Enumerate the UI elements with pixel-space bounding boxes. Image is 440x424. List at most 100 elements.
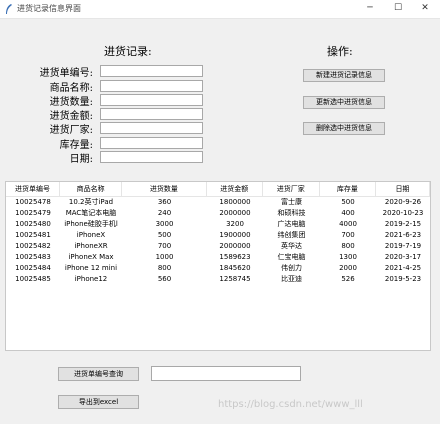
order-id-input[interactable] (100, 65, 203, 77)
table-cell: 1258745 (219, 275, 251, 283)
new-record-button[interactable]: 新建进货记录信息 (303, 69, 385, 82)
maximize-button[interactable]: ☐ (384, 1, 412, 16)
table-cell: 10025482 (15, 242, 51, 250)
table-cell: 比亚迪 (281, 275, 302, 283)
window-title: 进货记录信息界面 (17, 4, 81, 13)
table-cell: 400 (341, 209, 355, 217)
table-cell: 526 (341, 275, 355, 283)
table-header: 进货单编号 商品名称 进货数量 进货金额 进货厂家 库存量 日期 (6, 182, 430, 197)
table-row[interactable]: 10025481 iPhoneX 500 1900000 纬创集团 700 2021-6-2… (6, 230, 430, 241)
actions-heading: 操作: (327, 45, 353, 58)
column-header[interactable]: 进货数量 (122, 182, 207, 196)
table-cell: 英华达 (281, 242, 302, 250)
table-row[interactable]: 10025485 iPhone12 560 1258745 比亚迪 526 2019-5-2… (6, 274, 430, 285)
feather-icon (6, 4, 12, 14)
table-cell: 10025478 (15, 198, 51, 206)
query-order-button[interactable]: 进货单编号查询 (58, 367, 139, 381)
table-cell: 1300 (339, 253, 357, 261)
table-cell: 和硕科技 (277, 209, 306, 217)
table-cell: 2019-5-23 (384, 275, 422, 283)
table-cell: 伟创力 (281, 264, 302, 272)
column-header[interactable]: 日期 (376, 182, 430, 196)
table-cell: 10.2英寸iPad (68, 198, 114, 206)
product-name-input[interactable] (100, 80, 203, 92)
column-header[interactable]: 进货厂家 (263, 182, 320, 196)
table-cell: 仁宝电脑 (277, 253, 306, 261)
table-row[interactable]: 10025478 10.2英寸iPad 360 1800000 富士康 500 2020-9… (6, 197, 430, 208)
table-cell: iPhoneX (76, 231, 106, 239)
table-cell: 1900000 (219, 231, 251, 239)
table-cell: MAC笔记本电脑 (65, 209, 117, 217)
label-amount: 进货金额: (49, 111, 93, 122)
table-cell: iPhone12 (74, 275, 108, 283)
minimize-button[interactable]: ─ (356, 1, 384, 16)
table-body: 10025478 10.2英寸iPad 360 1800000 富士康 500 2020-9… (6, 197, 430, 285)
form-heading: 进货记录: (104, 45, 152, 58)
table-cell: 1000 (155, 253, 174, 261)
export-excel-button[interactable]: 导出到excel (58, 395, 139, 409)
table-cell: 360 (157, 198, 172, 206)
table-cell: iPhoneXR (74, 242, 108, 250)
label-stock: 库存量: (59, 140, 93, 151)
update-record-button[interactable]: 更新选中进货信息 (303, 96, 385, 109)
label-product-name: 商品名称: (49, 83, 93, 94)
quantity-input[interactable] (100, 94, 203, 106)
table-row[interactable]: 10025480 iPhone硅胶手机l 3000 3200 广达电脑 4000 2019-… (6, 219, 430, 230)
label-date: 日期: (69, 154, 93, 165)
table-cell: 800 (341, 242, 355, 250)
table-cell: 500 (341, 198, 355, 206)
table-cell: 2020-10-23 (382, 209, 424, 217)
column-header[interactable]: 进货单编号 (6, 182, 61, 196)
amount-input[interactable] (100, 108, 203, 120)
table-cell: 2000000 (219, 242, 251, 250)
table-cell: 2019-7-19 (384, 242, 422, 250)
table-cell: iPhone 12 mini (64, 264, 118, 272)
table-cell: 500 (157, 231, 172, 239)
table-cell: 800 (157, 264, 172, 272)
column-header[interactable]: 商品名称 (60, 182, 123, 196)
table-cell: 2000 (339, 264, 357, 272)
column-header[interactable]: 库存量 (320, 182, 376, 196)
stock-input[interactable] (100, 137, 203, 149)
table-cell: 560 (157, 275, 172, 283)
table-cell: 2020-3-17 (384, 253, 422, 261)
table-cell: iPhoneX Max (68, 253, 114, 261)
table-cell: 2019-2-15 (384, 220, 422, 228)
table-cell: 10025484 (15, 264, 51, 272)
table-cell: 4000 (339, 220, 357, 228)
table-row[interactable]: 10025483 iPhoneX Max 1000 1589623 仁宝电脑 1300 20… (6, 252, 430, 263)
close-button[interactable]: ✕ (411, 1, 439, 16)
table-row[interactable]: 10025482 iPhoneXR 700 2000000 英华达 800 2019-7-1… (6, 241, 430, 252)
table-row[interactable]: 10025484 iPhone 12 mini 800 1845620 伟创力 2000 2… (6, 263, 430, 274)
table-cell: iPhone硅胶手机l (64, 220, 118, 228)
table-cell: 10025480 (15, 220, 51, 228)
delete-record-button[interactable]: 删除选中进货信息 (303, 122, 385, 135)
table-row[interactable]: 10025479 MAC笔记本电脑 240 2000000 和硕科技 400 2020-10… (6, 208, 430, 219)
table-cell: 2020-9-26 (384, 198, 422, 206)
table-cell: 10025485 (15, 275, 51, 283)
table-cell: 240 (157, 209, 172, 217)
table-cell: 10025481 (15, 231, 51, 239)
records-table[interactable]: 进货单编号 商品名称 进货数量 进货金额 进货厂家 库存量 日期 1002547… (5, 181, 431, 351)
watermark: https://blog.csdn.net/www_lll (218, 399, 363, 410)
table-cell: 10025483 (15, 253, 51, 261)
label-supplier: 进货厂家: (49, 125, 93, 136)
table-cell: 1845620 (219, 264, 251, 272)
table-cell: 富士康 (281, 198, 302, 206)
table-cell: 1589623 (219, 253, 251, 261)
table-cell: 700 (157, 242, 172, 250)
table-cell: 1800000 (219, 198, 251, 206)
date-input[interactable] (100, 151, 203, 163)
table-cell: 3200 (226, 220, 244, 228)
table-cell: 3000 (155, 220, 174, 228)
supplier-input[interactable] (100, 122, 203, 134)
title-bar: 进货记录信息界面 ─ ☐ ✕ (0, 0, 440, 19)
table-cell: 700 (341, 231, 355, 239)
label-order-id: 进货单编号: (39, 68, 93, 79)
column-header[interactable]: 进货金额 (207, 182, 263, 196)
table-cell: 广达电脑 (277, 220, 306, 228)
table-cell: 2000000 (219, 209, 251, 217)
table-cell: 2021-6-23 (384, 231, 422, 239)
query-input[interactable] (151, 366, 301, 381)
table-cell: 10025479 (15, 209, 51, 217)
